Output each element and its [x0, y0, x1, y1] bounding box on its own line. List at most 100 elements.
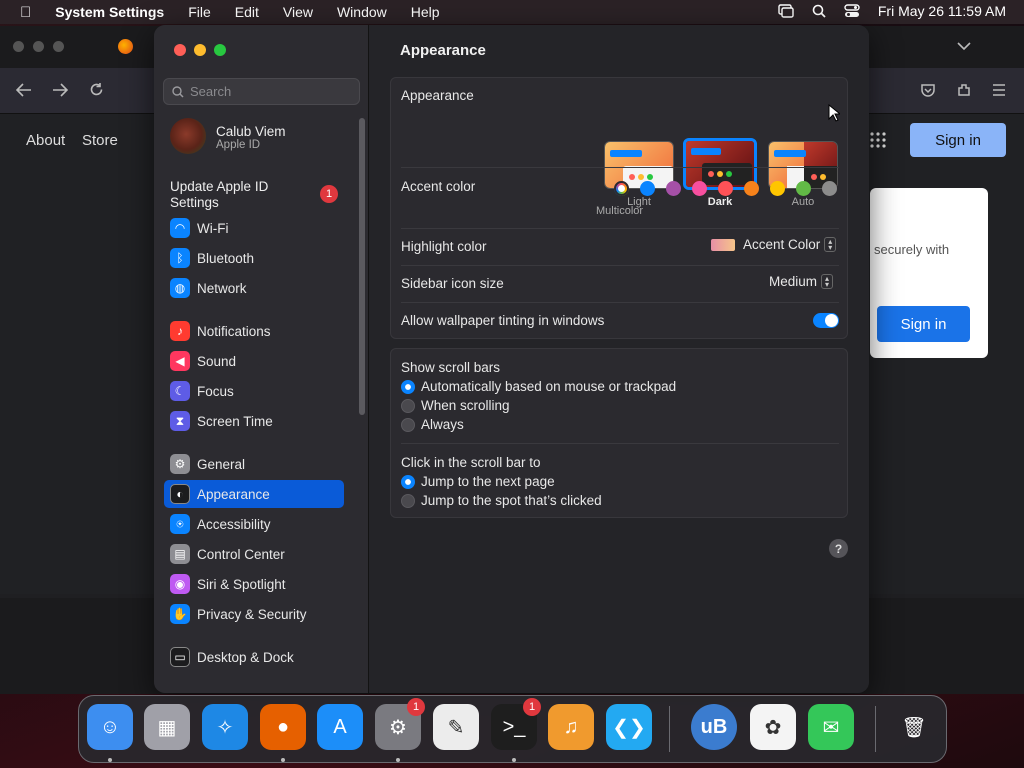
radio-button[interactable]	[401, 398, 415, 413]
vscode-icon[interactable]: ❮❯	[606, 704, 652, 750]
chevron-down-icon[interactable]	[957, 41, 971, 51]
menu-app-name[interactable]: System Settings	[55, 4, 164, 20]
apps-grid-icon[interactable]	[870, 132, 886, 148]
sidebar-item-bluetooth[interactable]: ᛒ Bluetooth	[164, 244, 344, 272]
scroll-bars-option[interactable]: Automatically based on mouse or trackpad	[401, 379, 821, 394]
sidebar-icon-size-popup[interactable]: Medium ▴ ▾	[769, 274, 834, 289]
textedit-icon[interactable]: ✎	[433, 704, 479, 750]
messages-icon[interactable]: ✉	[808, 704, 854, 750]
menu-window[interactable]: Window	[337, 4, 387, 20]
pocket-icon[interactable]	[920, 82, 936, 98]
accent-swatch-6[interactable]	[770, 181, 785, 196]
firefox-icon[interactable]: ●	[260, 704, 306, 750]
scroll-bars-option[interactable]: Always	[401, 417, 821, 432]
safari-icon[interactable]: ✧	[202, 704, 248, 750]
menu-edit[interactable]: Edit	[235, 4, 259, 20]
search-placeholder: Search	[190, 84, 232, 99]
menu-help[interactable]: Help	[411, 4, 440, 20]
accent-swatch-4[interactable]	[718, 181, 733, 196]
system-settings-window: Search Calub Viem Apple ID Update Apple …	[154, 25, 869, 693]
sidebar-item-appearance[interactable]: ◐ Appearance	[164, 480, 344, 508]
click-scroll-bar-option[interactable]: Jump to the next page	[401, 474, 821, 489]
menu-clock[interactable]: Fri May 26 11:59 AM	[878, 3, 1006, 19]
hamburger-menu-icon[interactable]	[992, 84, 1006, 96]
theme-dark-label[interactable]: Dark	[685, 196, 755, 208]
firefox-tab-icon[interactable]	[118, 39, 133, 54]
sidebar-item-label: Sound	[197, 353, 237, 369]
wallpaper-tinting-toggle[interactable]	[813, 313, 839, 328]
sidebar-item-control-center[interactable]: ▤ Control Center	[164, 540, 344, 568]
garageband-icon[interactable]: ♫	[548, 704, 594, 750]
radio-button[interactable]	[401, 379, 415, 394]
click-scroll-bar-option[interactable]: Jump to the spot that’s clicked	[401, 493, 821, 508]
extensions-icon[interactable]	[956, 82, 972, 98]
app-store-icon[interactable]: A	[317, 704, 363, 750]
wallpaper-tinting-label: Allow wallpaper tinting in windows	[401, 313, 605, 328]
avatar[interactable]	[170, 118, 206, 154]
menu-view[interactable]: View	[283, 4, 313, 20]
launchpad-icon[interactable]: ▦	[144, 704, 190, 750]
sign-in-card-button[interactable]: Sign in	[877, 306, 970, 342]
radio-button[interactable]	[401, 474, 415, 489]
minimize-button[interactable]	[194, 44, 206, 56]
user-name[interactable]: Calub Viem	[216, 124, 286, 139]
sidebar-item-wi-fi[interactable]: ◠ Wi-Fi	[164, 214, 344, 242]
sidebar-item-notifications[interactable]: ♪ Notifications	[164, 317, 344, 345]
radio-button[interactable]	[401, 493, 415, 508]
accent-swatch-1[interactable]	[640, 181, 655, 196]
user-subtitle: Apple ID	[216, 139, 261, 151]
sidebar-item-label: Siri & Spotlight	[197, 576, 286, 592]
sidebar-item-network[interactable]: ◍ Network	[164, 274, 344, 302]
apple-icon[interactable]: 	[20, 4, 31, 21]
reload-icon[interactable]	[89, 82, 104, 97]
trash-icon[interactable]: 🗑	[891, 704, 937, 750]
accent-swatch-multicolor[interactable]	[614, 181, 629, 196]
zoom-button[interactable]	[214, 44, 226, 56]
sidebar-item-desktop-dock[interactable]: ▭ Desktop & Dock	[164, 643, 344, 671]
scroll-bars-option[interactable]: When scrolling	[401, 398, 821, 413]
theme-auto-label[interactable]: Auto	[768, 196, 838, 208]
search-field[interactable]: Search	[163, 78, 360, 105]
minimize-window-icon[interactable]	[33, 41, 44, 52]
zoom-window-icon[interactable]	[53, 41, 64, 52]
accent-swatch-7[interactable]	[796, 181, 811, 196]
update-apple-id-line1[interactable]: Update Apple ID	[170, 179, 268, 194]
sidebar-item-sound[interactable]: ◀ Sound	[164, 347, 344, 375]
control-center-icon[interactable]	[844, 4, 860, 18]
sidebar-item-label: Appearance	[197, 486, 270, 502]
screen-mirroring-icon[interactable]	[778, 4, 794, 18]
sidebar-item-label: Notifications	[197, 323, 271, 339]
accent-swatch-8[interactable]	[822, 181, 837, 196]
help-button[interactable]: ?	[829, 539, 848, 558]
spotlight-icon[interactable]	[812, 4, 826, 18]
sidebar-item-privacy-security[interactable]: ✋ Privacy & Security	[164, 600, 344, 628]
sidebar-item-accessibility[interactable]: ⍟ Accessibility	[164, 510, 344, 538]
sidebar-item-siri-spotlight[interactable]: ◉ Siri & Spotlight	[164, 570, 344, 598]
sidebar-scrollbar[interactable]	[359, 118, 365, 415]
back-icon[interactable]	[16, 83, 32, 97]
finder-icon[interactable]: ☺	[87, 704, 133, 750]
click-scroll-bar-option-label: Jump to the spot that’s clicked	[421, 493, 602, 508]
click-scroll-bar-label: Click in the scroll bar to	[401, 455, 541, 470]
accent-swatch-3[interactable]	[692, 181, 707, 196]
menu-file[interactable]: File	[188, 4, 211, 20]
radio-button[interactable]	[401, 417, 415, 432]
dock-badge: 1	[407, 698, 425, 716]
divider	[401, 443, 839, 444]
nav-link-store[interactable]: Store	[82, 132, 118, 149]
update-apple-id-line2[interactable]: Settings	[170, 195, 219, 210]
accent-swatch-5[interactable]	[744, 181, 759, 196]
photos-icon[interactable]: ✿	[750, 704, 796, 750]
close-window-icon[interactable]	[13, 41, 24, 52]
sidebar-item-focus[interactable]: ☾ Focus	[164, 377, 344, 405]
accent-swatch-2[interactable]	[666, 181, 681, 196]
ublock-icon[interactable]: uB	[691, 704, 737, 750]
sign-in-top-button[interactable]: Sign in	[910, 123, 1006, 157]
sidebar-item-screen-time[interactable]: ⧗ Screen Time	[164, 407, 344, 435]
sign-in-card-text: securely with	[874, 242, 950, 257]
sidebar-item-general[interactable]: ⚙ General	[164, 450, 344, 478]
close-button[interactable]	[174, 44, 186, 56]
highlight-color-popup[interactable]: Accent Color ▴ ▾	[711, 237, 837, 252]
nav-link-about[interactable]: About	[26, 132, 65, 149]
forward-icon[interactable]	[52, 83, 68, 97]
